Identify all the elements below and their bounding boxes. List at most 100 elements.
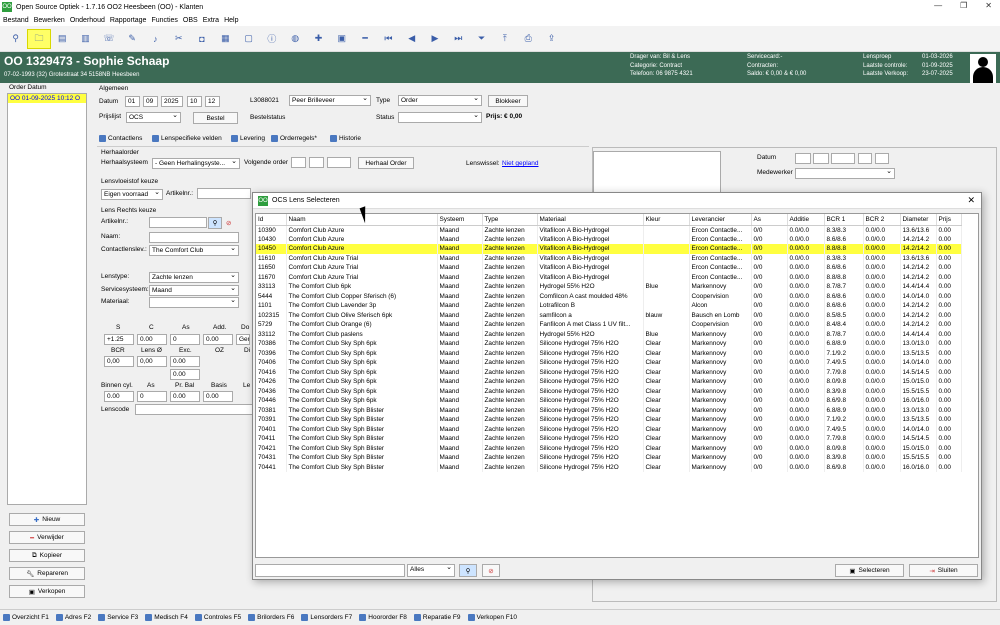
minus-icon[interactable]: ━ [353,29,376,49]
menu-functies[interactable]: Functies [151,17,177,24]
tab-overzicht[interactable]: Overzicht F1 [3,614,49,621]
s-field[interactable]: +1.25 [104,334,134,345]
prijslijst-select[interactable]: OCS [126,112,181,123]
menu-rapportage[interactable]: Rapportage [110,17,147,24]
prev-icon[interactable]: ◀ [400,29,423,49]
column-header[interactable]: Diameter [900,214,937,226]
column-header[interactable]: As [751,214,788,226]
day-field[interactable]: 01 [125,96,140,107]
globe-icon[interactable]: ◍ [284,29,307,49]
upload-icon[interactable]: ⤒ [493,29,516,49]
bag-icon[interactable]: ◘ [190,29,213,49]
volgende-month[interactable] [309,157,324,168]
table-row[interactable]: 70441 The Comfort Club Sky Sph Blister Maa… [256,462,962,472]
tab-hoororder[interactable]: Hoororder F8 [359,614,407,621]
table-row[interactable]: 10450 Comfort Club Azure Maand Zachte lenze… [256,244,962,254]
column-header[interactable]: Kleur [643,214,690,226]
employee-select[interactable]: Peer Brilleveer [289,95,371,106]
folder-icon[interactable]: 🗀 [27,28,51,49]
filter-select[interactable]: Alles [407,564,455,577]
column-header[interactable]: Additie [787,214,825,226]
menu-bewerken[interactable]: Bewerken [34,17,65,24]
month-field[interactable]: 09 [143,96,158,107]
table-row[interactable]: 70381 The Comfort Club Sky Sph Blister Maa… [256,405,962,415]
column-header[interactable]: BCR 2 [863,214,901,226]
tab-contactlens[interactable]: Contactlens [99,135,142,142]
table-row[interactable]: 70421 The Comfort Club Sky Sph Blister Maa… [256,443,962,453]
search-button[interactable]: ⚲ [459,564,477,577]
leverancier-select[interactable]: The Comfort Club [149,245,239,256]
tab-levering[interactable]: Levering [231,135,265,142]
table-row[interactable]: 70431 The Comfort Club Sky Sph Blister Maa… [256,453,962,463]
table-row[interactable]: 70401 The Comfort Club Sky Sph Blister Maa… [256,424,962,434]
tab-service[interactable]: Service F3 [98,614,138,621]
clear-icon[interactable]: ⊘ [226,219,231,227]
last-icon[interactable]: ⏭ [447,29,470,49]
tab-verkopen[interactable]: Verkopen F10 [467,614,517,621]
tab-lenspecifieke-velden[interactable]: Lenspecifieke velden [152,135,222,142]
type-select[interactable]: Order [398,95,482,106]
archive-icon[interactable]: ▤ [51,29,74,49]
column-header[interactable]: Leverancier [689,214,752,226]
sluiten-button[interactable]: ⇥ Sluiten [909,564,978,577]
column-header[interactable]: Type [482,214,538,226]
exc-field[interactable]: 0.00 [170,356,200,367]
save-icon[interactable]: ▣ [330,29,353,49]
table-row[interactable]: 70416 The Comfort Club Sky Sph 6pk Maand Za… [256,367,962,377]
table-row[interactable]: 11650 Comfort Club Azure Trial Maand Zachte… [256,263,962,273]
book-icon[interactable]: ▥ [74,29,97,49]
herhaal-order-button[interactable]: Herhaal Order [358,157,414,169]
sound-icon[interactable]: ♪ [144,29,167,49]
verwijder-button[interactable]: ━ Verwijder [9,531,85,544]
right-month[interactable] [813,153,829,164]
tab-controles[interactable]: Controles F5 [194,614,241,621]
tab-orderregels[interactable]: Orderregels* [271,135,317,142]
add-field[interactable]: 0.00 [203,334,233,345]
prbal-field[interactable]: 0.00 [170,391,200,402]
phone-icon[interactable]: ☏ [97,29,120,49]
next-icon[interactable]: ▶ [423,29,446,49]
table-row[interactable]: 70386 The Comfort Club Sky Sph 6pk Maand Za… [256,339,962,349]
close-icon[interactable]: ✕ [967,195,975,206]
naam-field[interactable] [149,232,239,243]
lenstype-select[interactable]: Zachte lenzen [149,272,239,283]
right-year[interactable] [831,153,855,164]
hour-field[interactable]: 10 [187,96,202,107]
column-header[interactable]: Systeem [437,214,483,226]
oz-field[interactable]: 0.00 [170,369,200,380]
window-icon[interactable]: ▢ [237,29,260,49]
plus-icon[interactable]: ✚ [307,29,330,49]
table-row[interactable]: 70391 The Comfort Club Sky Sph Blister Maa… [256,415,962,425]
binnencyl-field[interactable]: 0.00 [104,391,134,402]
table-row[interactable]: 1101 The Comfort Club Lavender 3p Maand Zac… [256,301,962,311]
tab-reparatie[interactable]: Reparatie F9 [413,614,461,621]
print-icon[interactable]: ⎙ [517,29,540,49]
column-header[interactable]: Prijs [936,214,962,226]
right-min[interactable] [875,153,889,164]
tools-icon[interactable]: ✂ [167,29,190,49]
table-row[interactable]: 5729 The Comfort Club Orange (6) Maand Zach… [256,320,962,330]
first-icon[interactable]: ⏮ [377,29,400,49]
menu-help[interactable]: Help [224,17,238,24]
artikelnr-rechts-field[interactable] [149,217,207,228]
verkopen-button[interactable]: ▣ Verkopen [9,585,85,598]
right-hour[interactable] [858,153,872,164]
selecteren-button[interactable]: ▣ Selecteren [835,564,904,577]
medewerker-select[interactable] [795,168,895,179]
column-header[interactable]: BCR 1 [824,214,864,226]
minimize-icon[interactable]: — [934,1,942,10]
table-row[interactable]: 10430 Comfort Club Azure Maand Zachte lenze… [256,234,962,244]
eigen-voorraad-select[interactable]: Eigen voorraad [101,189,163,200]
tab-lensorders[interactable]: Lensorders F7 [301,614,352,621]
herhaalsysteem-select[interactable]: - Geen Herhalingsyste... [152,158,240,169]
as-field[interactable]: 0 [170,334,200,345]
blokkeer-button[interactable]: Blokkeer [488,95,528,107]
table-row[interactable]: 33113 The Comfort Club 6pk Maand Zachte len… [256,282,962,292]
edit-icon[interactable]: ✎ [120,29,143,49]
column-header[interactable]: Materiaal [537,214,644,226]
status-select[interactable] [398,112,482,123]
binoculars-icon[interactable]: ⚲ [4,29,27,49]
list-item[interactable]: OO 01-09-2025 10:12 O [8,94,86,103]
niet-gepland-link[interactable]: Niet gepland [502,160,539,167]
menu-obs[interactable]: OBS [183,17,198,24]
